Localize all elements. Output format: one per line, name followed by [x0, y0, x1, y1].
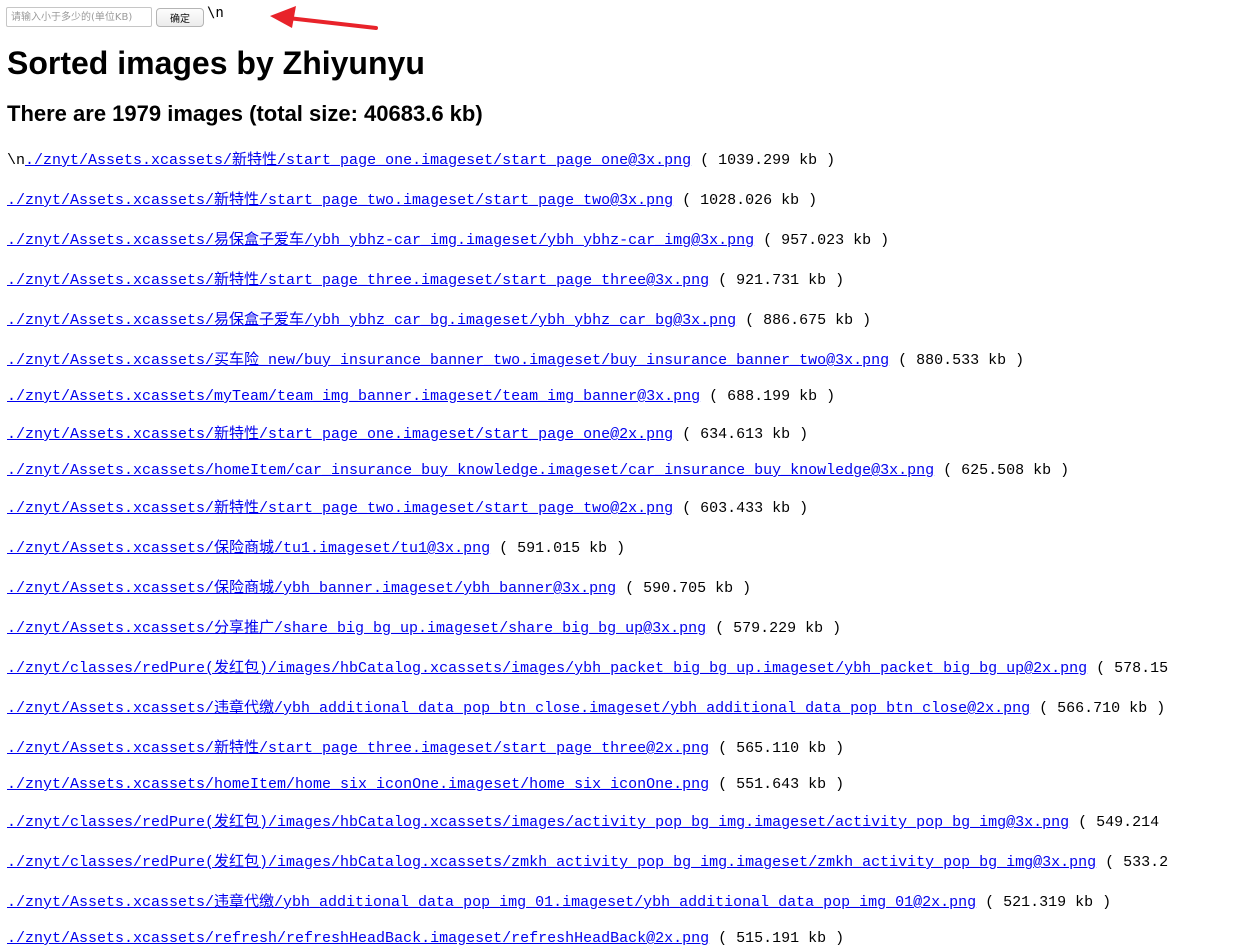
file-link[interactable]: ./znyt/Assets.xcassets/易保盒子爱车/ybh_ybhz-c… [7, 232, 754, 249]
file-size: ( 566.710 kb ) [1039, 700, 1166, 717]
file-row: ./znyt/Assets.xcassets/homeItem/home_six… [7, 776, 844, 794]
file-row: ./znyt/Assets.xcassets/refresh/refreshHe… [7, 930, 844, 946]
file-size: ( 579.229 kb ) [715, 620, 842, 637]
file-row: ./znyt/Assets.xcassets/保险商城/ybh_banner.i… [7, 580, 751, 598]
file-row: ./znyt/Assets.xcassets/新特性/start_page_tw… [7, 192, 817, 210]
file-link[interactable]: ./znyt/Assets.xcassets/分享推广/share_big_bg… [7, 620, 706, 637]
file-row: ./znyt/classes/redPure(发红包)/images/hbCat… [7, 854, 1168, 872]
file-row: ./znyt/Assets.xcassets/违章代缴/ybh_addition… [7, 700, 1165, 718]
file-size: ( 578.15 [1096, 660, 1169, 677]
file-size: ( 634.613 kb ) [682, 426, 809, 443]
file-size: ( 565.110 kb ) [718, 740, 845, 757]
file-link[interactable]: ./znyt/Assets.xcassets/违章代缴/ybh_addition… [7, 894, 976, 911]
file-size: ( 957.023 kb ) [763, 232, 890, 249]
file-row: \n./znyt/Assets.xcassets/新特性/start_page_… [7, 152, 835, 170]
file-size: ( 521.319 kb ) [985, 894, 1112, 911]
file-row: ./znyt/Assets.xcassets/新特性/start_page_th… [7, 740, 844, 758]
file-size: ( 551.643 kb ) [718, 776, 845, 793]
file-link[interactable]: ./znyt/classes/redPure(发红包)/images/hbCat… [7, 660, 1087, 677]
page: 确定 \n Sorted images by Zhiyunyu There ar… [0, 0, 1246, 946]
file-link[interactable]: ./znyt/Assets.xcassets/保险商城/ybh_banner.i… [7, 580, 616, 597]
file-size: ( 1039.299 kb ) [700, 152, 836, 169]
file-row: ./znyt/Assets.xcassets/买车险_new/buy_insur… [7, 352, 1024, 370]
file-row: ./znyt/Assets.xcassets/新特性/start_page_on… [7, 426, 808, 444]
file-link[interactable]: ./znyt/Assets.xcassets/homeItem/car_insu… [7, 462, 934, 479]
image-summary: There are 1979 images (total size: 40683… [7, 101, 483, 126]
file-link[interactable]: ./znyt/Assets.xcassets/新特性/start_page_tw… [7, 500, 673, 517]
file-size: ( 921.731 kb ) [718, 272, 845, 289]
file-row: ./znyt/Assets.xcassets/homeItem/car_insu… [7, 462, 1069, 480]
filter-toolbar: 确定 \n [6, 6, 224, 28]
size-limit-input[interactable] [6, 7, 152, 27]
file-link[interactable]: ./znyt/Assets.xcassets/refresh/refreshHe… [7, 930, 709, 946]
file-link[interactable]: ./znyt/Assets.xcassets/myTeam/team_img_b… [7, 388, 700, 405]
file-link[interactable]: ./znyt/Assets.xcassets/新特性/start_page_on… [7, 426, 673, 443]
file-link[interactable]: ./znyt/Assets.xcassets/买车险_new/buy_insur… [7, 352, 889, 369]
file-link[interactable]: ./znyt/Assets.xcassets/新特性/start_page_th… [7, 740, 709, 757]
file-link[interactable]: ./znyt/Assets.xcassets/违章代缴/ybh_addition… [7, 700, 1030, 717]
file-link[interactable]: ./znyt/Assets.xcassets/新特性/start_page_tw… [7, 192, 673, 209]
file-row: ./znyt/classes/redPure(发红包)/images/hbCat… [7, 814, 1159, 832]
file-link[interactable]: ./znyt/Assets.xcassets/保险商城/tu1.imageset… [7, 540, 490, 557]
confirm-button[interactable]: 确定 [156, 7, 204, 27]
red-arrow-icon [270, 6, 378, 30]
stray-newline-text: \n [207, 5, 224, 21]
file-row: ./znyt/Assets.xcassets/易保盒子爱车/ybh_ybhz-c… [7, 232, 889, 250]
file-link[interactable]: ./znyt/classes/redPure(发红包)/images/hbCat… [7, 854, 1096, 871]
file-row: ./znyt/classes/redPure(发红包)/images/hbCat… [7, 660, 1168, 678]
file-link[interactable]: ./znyt/classes/redPure(发红包)/images/hbCat… [7, 814, 1069, 831]
file-size: ( 603.433 kb ) [682, 500, 809, 517]
newline-prefix-text: \n [7, 152, 26, 169]
file-row: ./znyt/Assets.xcassets/新特性/start_page_th… [7, 272, 844, 290]
file-size: ( 549.214 [1078, 814, 1160, 831]
file-row: ./znyt/Assets.xcassets/新特性/start_page_tw… [7, 500, 808, 518]
file-size: ( 515.191 kb ) [718, 930, 845, 946]
file-size: ( 880.533 kb ) [898, 352, 1025, 369]
file-size: ( 1028.026 kb ) [682, 192, 818, 209]
file-row: ./znyt/Assets.xcassets/分享推广/share_big_bg… [7, 620, 841, 638]
file-size: ( 886.675 kb ) [745, 312, 872, 329]
file-size: ( 591.015 kb ) [499, 540, 626, 557]
page-title: Sorted images by Zhiyunyu [7, 45, 425, 81]
file-row: ./znyt/Assets.xcassets/违章代缴/ybh_addition… [7, 894, 1111, 912]
file-size: ( 590.705 kb ) [625, 580, 752, 597]
file-size: ( 533.2 [1105, 854, 1169, 871]
file-size: ( 625.508 kb ) [943, 462, 1070, 479]
file-link[interactable]: ./znyt/Assets.xcassets/新特性/start_page_on… [25, 152, 691, 169]
file-link[interactable]: ./znyt/Assets.xcassets/易保盒子爱车/ybh_ybhz_c… [7, 312, 736, 329]
file-row: ./znyt/Assets.xcassets/易保盒子爱车/ybh_ybhz_c… [7, 312, 871, 330]
file-row: ./znyt/Assets.xcassets/保险商城/tu1.imageset… [7, 540, 625, 558]
file-link[interactable]: ./znyt/Assets.xcassets/homeItem/home_six… [7, 776, 709, 793]
file-link[interactable]: ./znyt/Assets.xcassets/新特性/start_page_th… [7, 272, 709, 289]
file-row: ./znyt/Assets.xcassets/myTeam/team_img_b… [7, 388, 835, 406]
file-size: ( 688.199 kb ) [709, 388, 836, 405]
